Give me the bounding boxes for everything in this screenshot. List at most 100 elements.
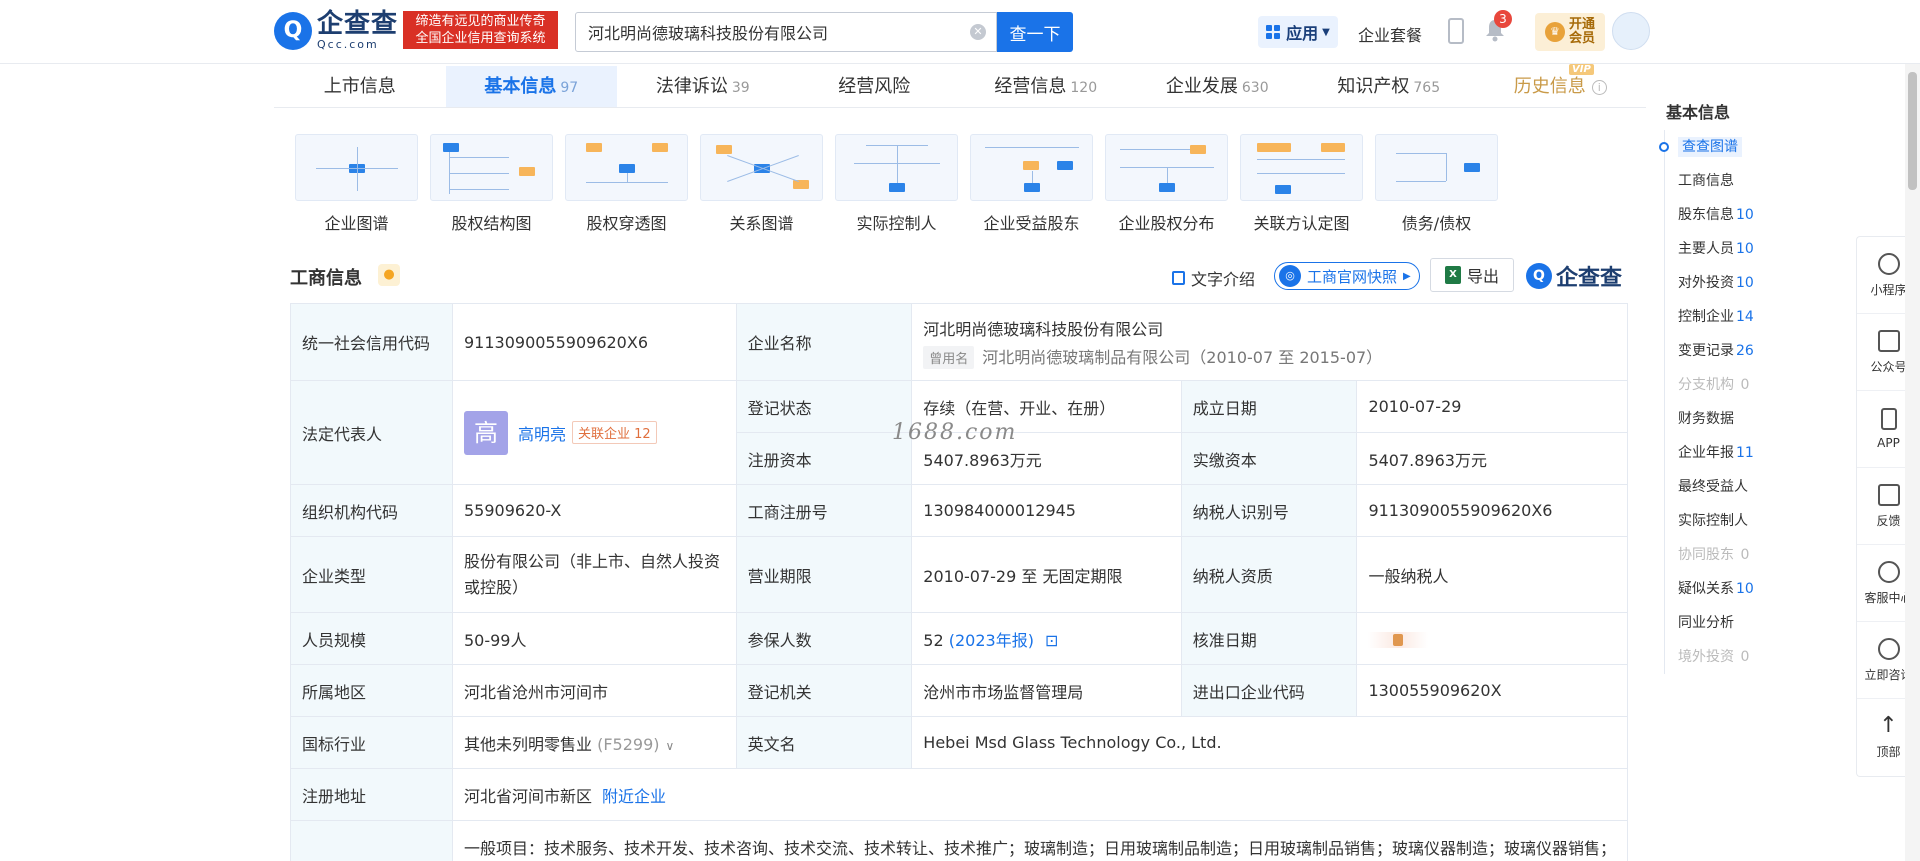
qcc-brand-mark: Q 企查查 xyxy=(1526,260,1622,292)
address-cell: 河北省河间市新区 附近企业 xyxy=(451,768,1629,821)
table-row: 国标行业 其他未列明零售业 (F5299) ∨ 英文名 Hebei Msd Gla… xyxy=(290,716,1628,769)
help-icon[interactable]: i xyxy=(1591,79,1607,95)
search-input[interactable] xyxy=(576,13,956,51)
side-nav-item-finance[interactable]: 财务数据 xyxy=(1665,402,1780,436)
graph-equity-penetration[interactable]: 股权穿透图 xyxy=(559,134,694,234)
company-name-value[interactable]: 河北明尚德玻璃科技股份有限公司 xyxy=(923,316,1616,340)
side-nav-item-peer-analysis[interactable]: 同业分析 xyxy=(1665,606,1780,640)
side-nav-item-overseas: 境外投资 0 xyxy=(1678,649,1750,665)
notification-count-badge: 3 xyxy=(1494,10,1512,28)
search-button[interactable]: 查一下 xyxy=(997,12,1073,52)
cell-key: 人员规模 xyxy=(290,612,453,665)
industry-cell[interactable]: 其他未列明零售业 (F5299) ∨ xyxy=(451,716,737,769)
credit-code-value[interactable]: 9113090055909620X6 xyxy=(451,303,737,381)
biz-reg-no-value: 130984000012945 xyxy=(911,484,1182,537)
export-button[interactable]: X 导出 xyxy=(1430,258,1514,292)
business-scope-value: 一般项目：技术服务、技术开发、技术咨询、技术交流、技术转让、技术推广；玻璃制造；… xyxy=(451,820,1629,861)
graph-relationship[interactable]: 关系图谱 xyxy=(694,134,829,234)
tab-business-risk[interactable]: 经营风险 xyxy=(789,66,961,107)
graph-debt-credit[interactable]: 债务/债权 xyxy=(1369,134,1504,234)
cell-key: 营业期限 xyxy=(735,536,913,613)
cell-key: 组织机构代码 xyxy=(290,484,453,537)
section-title: 工商信息 xyxy=(290,268,362,289)
side-nav-item-suspected-relations[interactable]: 疑似关系 10 xyxy=(1665,572,1780,606)
feedback-icon xyxy=(1877,483,1900,506)
graph-thumbnail xyxy=(295,134,418,201)
graph-thumbnail xyxy=(1105,134,1228,201)
cell-key: 纳税人资质 xyxy=(1180,536,1358,613)
side-nav-item-actual-controller[interactable]: 实际控制人 xyxy=(1665,504,1780,538)
side-nav-item-investments[interactable]: 对外投资 10 xyxy=(1665,266,1780,300)
side-nav-item-key-people[interactable]: 主要人员 10 xyxy=(1665,232,1780,266)
tab-development[interactable]: 企业发展 630 xyxy=(1132,66,1304,107)
top-bar: Q 企查查 Qcc.com 缔造有远见的商业传奇 全国企业信用查询系统 ✕ 查一… xyxy=(0,0,1920,64)
cell-key: 注册资本 xyxy=(735,432,913,485)
text-intro-button[interactable]: 文字介绍 xyxy=(1172,266,1255,290)
active-dot-icon xyxy=(1659,142,1669,152)
chevron-down-icon[interactable]: ∨ xyxy=(666,739,675,753)
tab-litigation[interactable]: 法律诉讼 39 xyxy=(617,66,789,107)
used-name-value: 河北明尚德玻璃制品有限公司（2010-07 至 2015-07） xyxy=(982,347,1383,367)
brand-icon: Q xyxy=(1526,263,1552,289)
import-export-value: 130055909620X xyxy=(1356,664,1628,717)
table-row: 组织机构代码 55909620-X 工商注册号 130984000012945 … xyxy=(290,484,1628,537)
annual-report-link[interactable]: (2023年报) xyxy=(949,631,1034,650)
graph-thumbnail xyxy=(430,134,553,201)
user-avatar[interactable] xyxy=(1612,12,1650,50)
vip-tag: VIP xyxy=(1569,64,1594,75)
enterprise-package-link[interactable]: 企业套餐 xyxy=(1358,22,1422,46)
apps-grid-icon xyxy=(1266,25,1281,39)
table-row: 企业类型 股份有限公司（非上市、自然人投资或控股） 营业期限 2010-07-2… xyxy=(290,536,1628,613)
person-avatar[interactable]: 高 xyxy=(463,410,508,455)
side-nav-item-shareholders[interactable]: 股东信息 10 xyxy=(1665,198,1780,232)
graph-actual-controller[interactable]: 实际控制人 xyxy=(829,134,964,234)
nearby-companies-link[interactable]: 附近企业 xyxy=(602,787,666,806)
chat-bubble-icon xyxy=(1877,637,1900,660)
side-nav: 基本信息 查查图谱 工商信息 股东信息 10 主要人员 10 对外投资 10 控制企业… xyxy=(1659,100,1780,674)
legal-rep-name-link[interactable]: 高明亮 xyxy=(518,425,566,444)
cell-key xyxy=(290,820,453,861)
table-row: 所属地区 河北省沧州市河间市 登记机关 沧州市市场监督管理局 进出口企业代码 1… xyxy=(290,664,1628,717)
qcc-logo[interactable]: Q 企查查 Qcc.com xyxy=(274,11,398,50)
official-snapshot-button[interactable]: ◎ 工商官网快照 ▶ xyxy=(1274,262,1420,290)
graph-related-party[interactable]: 关联方认定图 xyxy=(1234,134,1369,234)
side-nav-item-controlled[interactable]: 控制企业 14 xyxy=(1665,300,1780,334)
subscribe-bell-icon[interactable]: ● xyxy=(378,264,400,286)
apps-menu-button[interactable]: 应用 ▼ xyxy=(1258,16,1338,48)
scrollbar-thumb[interactable] xyxy=(1908,72,1917,190)
graph-beneficial-owners[interactable]: 企业受益股东 xyxy=(964,134,1099,234)
clear-search-icon[interactable]: ✕ xyxy=(970,24,986,40)
graph-enterprise-map[interactable]: 企业图谱 xyxy=(289,134,424,234)
graph-thumbnail xyxy=(1375,134,1498,201)
tab-intellectual-property[interactable]: 知识产权 765 xyxy=(1303,66,1475,107)
cell-key: 参保人数 xyxy=(735,612,913,665)
side-nav-item-graph[interactable]: 查查图谱 xyxy=(1659,130,1780,164)
chart-trend-icon[interactable]: ⊡ xyxy=(1045,631,1058,650)
side-nav-item-ultimate-beneficiary[interactable]: 最终受益人 xyxy=(1665,470,1780,504)
side-nav-item-business-info[interactable]: 工商信息 xyxy=(1665,164,1780,198)
related-companies-tag[interactable]: 关联企业 12 xyxy=(572,421,657,444)
logo-mark-icon: Q xyxy=(274,11,312,50)
snapshot-icon: ◎ xyxy=(1279,265,1301,287)
cell-key: 成立日期 xyxy=(1180,380,1358,433)
tab-listing-info[interactable]: 上市信息 xyxy=(274,66,446,107)
graph-equity-structure[interactable]: 股权结构图 xyxy=(424,134,559,234)
graph-equity-distribution[interactable]: 企业股权分布 xyxy=(1099,134,1234,234)
cell-key: 进出口企业代码 xyxy=(1180,664,1358,717)
side-nav-item-branches: 分支机构 0 xyxy=(1678,377,1750,393)
tab-basic-info[interactable]: 基本信息 97 xyxy=(445,66,617,107)
side-nav-item-changes[interactable]: 变更记录 26 xyxy=(1665,334,1780,368)
tab-operation-info[interactable]: 经营信息 120 xyxy=(960,66,1132,107)
business-info-table: 统一社会信用代码 9113090055909620X6 企业名称 河北明尚德玻璃… xyxy=(290,303,1629,861)
graph-thumbnail xyxy=(1240,134,1363,201)
tab-history-info[interactable]: 历史信息 i xyxy=(1475,66,1647,107)
vip-membership-button[interactable]: ♛ 开通 会员 xyxy=(1535,13,1605,51)
cell-key: 纳税人识别号 xyxy=(1180,484,1358,537)
side-nav-title: 基本信息 xyxy=(1666,103,1731,122)
mobile-phone-icon[interactable] xyxy=(1448,18,1464,44)
crown-icon: ♛ xyxy=(1544,22,1565,42)
approve-date-locked[interactable] xyxy=(1356,612,1628,665)
cell-key: 法定代表人 xyxy=(290,380,453,485)
side-nav-item-annual-reports[interactable]: 企业年报 11 xyxy=(1665,436,1780,470)
biz-term-value: 2010-07-29 至 无固定期限 xyxy=(911,536,1182,613)
